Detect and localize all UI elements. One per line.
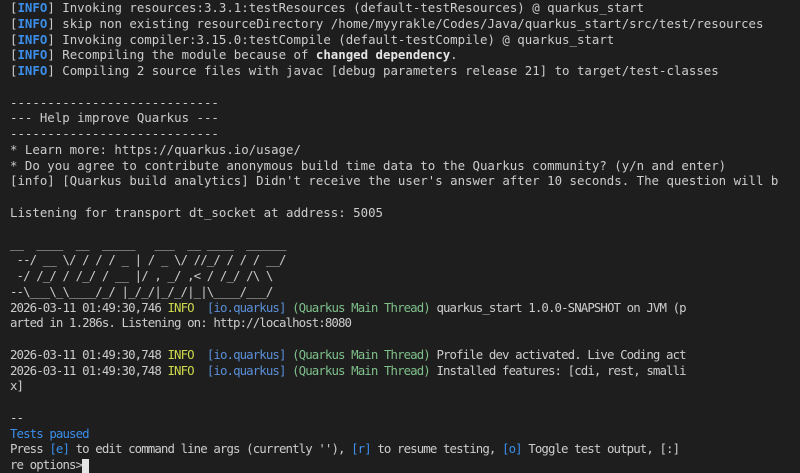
- tests-status: Tests paused: [10, 425, 90, 441]
- log-line: [INFO] Recompiling the module because of…: [10, 47, 458, 63]
- key-o: [o]: [502, 441, 523, 457]
- log-line: 2026-03-11 01:49:30,748 INFO [io.quarkus…: [10, 362, 687, 378]
- key-r: [r]: [351, 441, 372, 457]
- help-rule: ----------------------------: [10, 94, 219, 110]
- listening-line: Listening for transport dt_socket at add…: [10, 204, 383, 220]
- separator: --: [10, 409, 24, 425]
- help-learn-more: * Learn more: https://quarkus.io/usage/: [10, 141, 301, 157]
- log-line: 2026-03-11 01:49:30,748 INFO [io.quarkus…: [10, 346, 687, 362]
- terminal[interactable]: [INFO] Invoking resources:3.3.1:testReso…: [0, 0, 800, 473]
- banner-line: --\___\_\____/_/ |_/_/|_/_/|_|\____/___/: [10, 283, 293, 299]
- banner-line: -/ /_/ / /_/ / __ |/ , _/ ,< / /_/ /\ \: [10, 268, 293, 284]
- log-line: [INFO] Invoking compiler:3.15.0:testComp…: [10, 31, 615, 47]
- prompt-line[interactable]: re options>: [10, 457, 800, 473]
- log-line: arted in 1.286s. Listening on: http://lo…: [10, 315, 352, 331]
- log-line: x]: [10, 378, 24, 394]
- log-line: [INFO] Compiling 2 source files with jav…: [10, 63, 719, 79]
- help-rule: ----------------------------: [10, 126, 219, 142]
- log-line: [INFO] Invoking resources:3.3.1:testReso…: [10, 0, 645, 15]
- log-line: [INFO] skip non existing resourceDirecto…: [10, 15, 764, 31]
- key-e: [e]: [49, 441, 70, 457]
- help-question: * Do you agree to contribute anonymous b…: [10, 157, 727, 173]
- key-help: Press [e] to edit command line args (cur…: [10, 441, 680, 457]
- key-colon: [:]: [659, 441, 680, 457]
- banner-line: --/ __ \/ / / / _ | / _ \/ //_/ / / / __…: [10, 252, 293, 268]
- help-title: --- Help improve Quarkus ---: [10, 110, 219, 126]
- banner-line: __ ____ __ _____ ___ __ ____ ______: [10, 236, 293, 252]
- cursor: [82, 458, 90, 473]
- log-line: 2026-03-11 01:49:30,746 INFO [io.quarkus…: [10, 299, 687, 315]
- help-analytics: [info] [Quarkus build analytics] Didn't …: [10, 173, 779, 189]
